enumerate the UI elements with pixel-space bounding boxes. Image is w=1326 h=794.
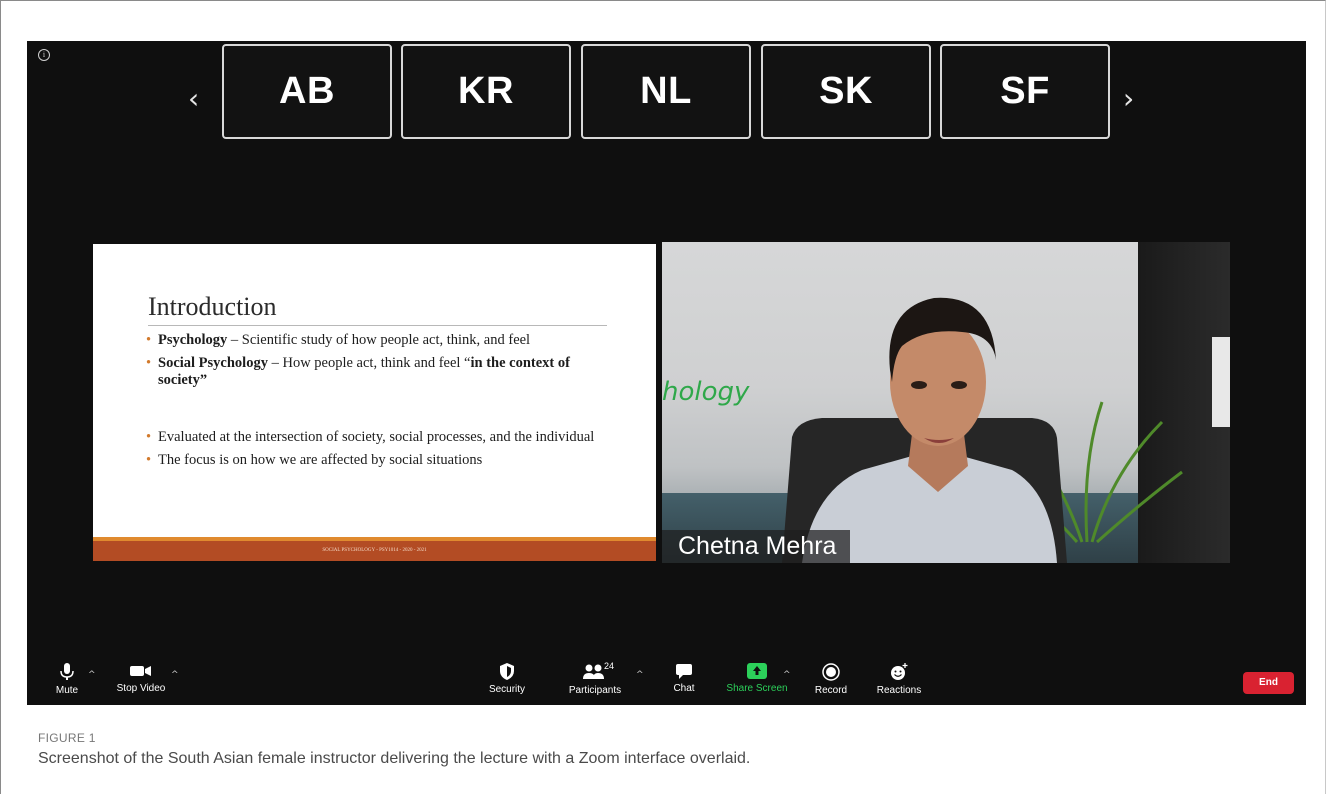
slide-title: Introduction bbox=[148, 292, 277, 321]
video-options-caret[interactable]: ^ bbox=[171, 670, 179, 680]
participants-label: Participants bbox=[568, 685, 622, 696]
bullet-text: – How people act, think and feel “ bbox=[267, 355, 471, 371]
microphone-icon bbox=[60, 663, 74, 680]
share-options-caret[interactable]: ^ bbox=[783, 670, 791, 680]
participants-button[interactable]: 24 Participants bbox=[565, 661, 625, 696]
participant-initials: AB bbox=[279, 70, 335, 112]
bullet-text: The focus is on how we are affected by s… bbox=[158, 452, 483, 468]
participant-tile[interactable]: SF bbox=[940, 44, 1110, 139]
people-icon bbox=[583, 664, 604, 679]
zoom-meeting-window: i ‹ AB KR NL SK SF › Introduction Psycho… bbox=[27, 41, 1306, 705]
participant-initials: SF bbox=[1000, 70, 1050, 112]
security-label: Security bbox=[488, 684, 526, 695]
figure-label: FIGURE 1 bbox=[38, 731, 96, 745]
participant-name-tag: Chetna Mehra bbox=[662, 530, 851, 563]
gallery-next-arrow[interactable]: › bbox=[1123, 85, 1134, 113]
share-screen-icon bbox=[747, 663, 767, 679]
figure-caption: Screenshot of the South Asian female ins… bbox=[38, 750, 751, 767]
share-screen-label: Share Screen bbox=[726, 683, 788, 694]
mute-options-caret[interactable]: ^ bbox=[88, 670, 96, 680]
record-icon bbox=[822, 663, 840, 681]
shared-slide: Introduction Psychology – Scientific stu… bbox=[93, 244, 656, 561]
participants-options-caret[interactable]: ^ bbox=[636, 670, 644, 680]
left-eye bbox=[911, 381, 927, 389]
slide-footer-bar: SOCIAL PSYCHOLOGY - PSY1014 - 2020 - 202… bbox=[93, 537, 656, 561]
participant-tile[interactable]: SK bbox=[761, 44, 931, 139]
bullet-term: Social Psychology bbox=[158, 355, 268, 371]
stop-video-label: Stop Video bbox=[116, 683, 166, 694]
end-meeting-button[interactable]: End bbox=[1243, 672, 1294, 694]
share-screen-button[interactable]: Share Screen bbox=[725, 663, 789, 694]
avatar-figure bbox=[782, 297, 1183, 563]
shield-icon bbox=[500, 663, 514, 680]
slide-bullet: Psychology – Scientific study of how peo… bbox=[146, 332, 616, 349]
participant-tile[interactable]: KR bbox=[401, 44, 571, 139]
bullet-term: Psychology bbox=[158, 332, 228, 348]
participant-initials: SK bbox=[819, 70, 873, 112]
video-camera-icon bbox=[130, 666, 151, 676]
info-icon[interactable]: i bbox=[38, 49, 50, 61]
participant-initials: KR bbox=[458, 70, 514, 112]
mute-button[interactable]: Mute bbox=[52, 663, 82, 696]
bullet-text: – Scientific study of how people act, th… bbox=[227, 332, 531, 348]
record-label: Record bbox=[814, 685, 848, 696]
security-button[interactable]: Security bbox=[485, 663, 529, 695]
participants-icon-group: 24 bbox=[565, 661, 625, 681]
participant-initials: NL bbox=[640, 70, 692, 112]
slide-bullet: The focus is on how we are affected by s… bbox=[146, 452, 616, 469]
slide-divider bbox=[148, 325, 607, 326]
meeting-toolbar: Mute ^ Stop Video ^ Security 24 Particip… bbox=[27, 661, 1306, 705]
chat-button[interactable]: Chat bbox=[669, 663, 699, 694]
participant-tile[interactable]: AB bbox=[222, 44, 392, 139]
slide-bullet-list: Psychology – Scientific study of how peo… bbox=[146, 332, 616, 475]
gallery-prev-arrow[interactable]: ‹ bbox=[188, 85, 199, 113]
mute-label: Mute bbox=[55, 685, 79, 696]
record-button[interactable]: Record bbox=[813, 663, 849, 696]
reactions-button[interactable]: Reactions bbox=[875, 663, 923, 696]
slide-bullet: Social Psychology – How people act, thin… bbox=[146, 355, 616, 389]
slide-bullet: Evaluated at the intersection of society… bbox=[146, 429, 616, 446]
participant-tile[interactable]: NL bbox=[581, 44, 751, 139]
chat-label: Chat bbox=[673, 683, 695, 694]
slide-footer-text: SOCIAL PSYCHOLOGY - PSY1014 - 2020 - 202… bbox=[322, 548, 427, 553]
speaker-video: hology Chetna Mehra bbox=[662, 242, 1230, 563]
bullet-text: Evaluated at the intersection of society… bbox=[158, 429, 595, 445]
chat-bubble-icon bbox=[676, 664, 692, 679]
stop-video-button[interactable]: Stop Video bbox=[115, 663, 167, 694]
smiley-plus-icon bbox=[891, 663, 908, 680]
right-eye bbox=[951, 381, 967, 389]
reactions-label: Reactions bbox=[876, 685, 922, 696]
participant-count: 24 bbox=[604, 661, 615, 671]
